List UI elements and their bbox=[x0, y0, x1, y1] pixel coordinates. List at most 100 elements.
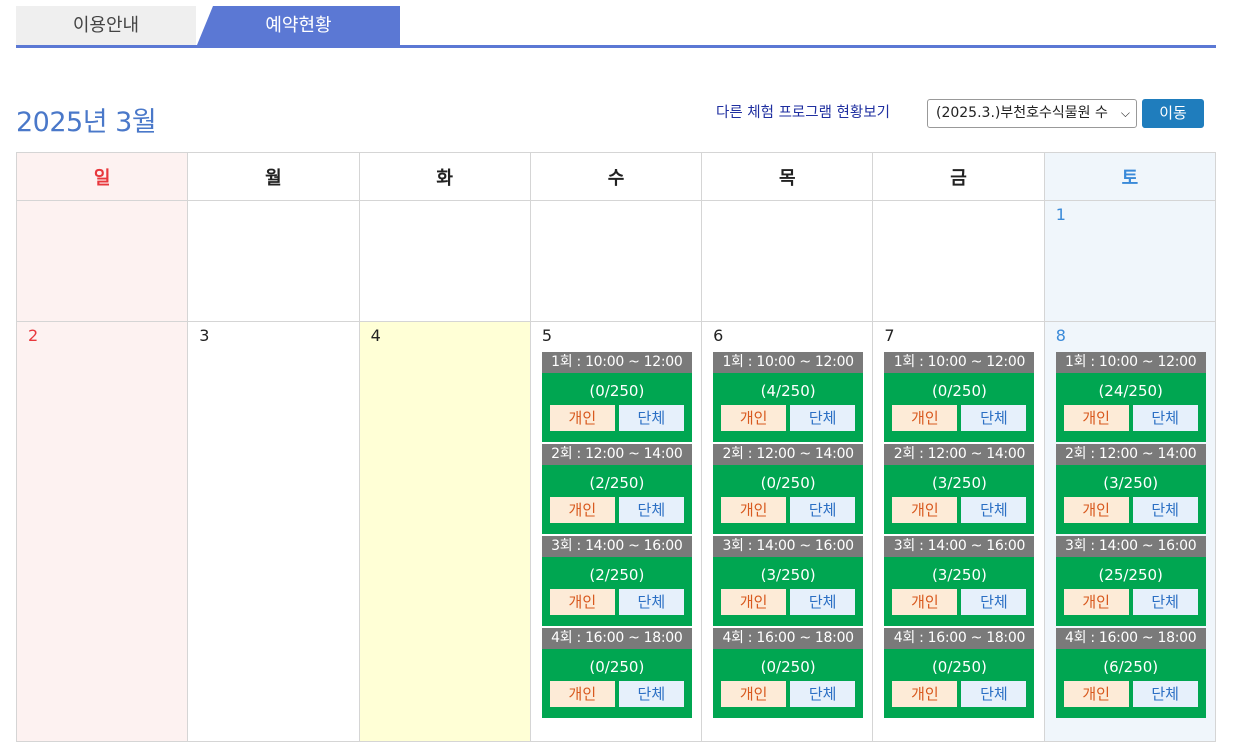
day-cell-5: 5 1회 : 10:00 ~ 12:00 (0/250) 개인 단체 2회 : 12:0… bbox=[529, 321, 703, 742]
group-reserve-button[interactable]: 단체 bbox=[1132, 497, 1198, 523]
day-number: 3 bbox=[199, 326, 210, 345]
weekday-mon: 월 bbox=[187, 152, 360, 201]
session-buttons: 개인 단체 bbox=[884, 497, 1034, 523]
session-buttons: 개인 단체 bbox=[713, 589, 863, 615]
individual-reserve-button[interactable]: 개인 bbox=[721, 497, 787, 523]
individual-reserve-button[interactable]: 개인 bbox=[549, 589, 615, 615]
tab-reservation-status[interactable]: 예약현황 bbox=[197, 6, 400, 45]
session-body: (0/250) 개인 단체 bbox=[884, 373, 1035, 442]
individual-reserve-button[interactable]: 개인 bbox=[549, 405, 615, 431]
session-block: 2회 : 12:00 ~ 14:00 (3/250) 개인 단체 bbox=[884, 444, 1035, 534]
day-cell-empty bbox=[529, 200, 703, 322]
individual-reserve-button[interactable]: 개인 bbox=[892, 497, 958, 523]
session-body: (24/250) 개인 단체 bbox=[1055, 373, 1206, 442]
session-block: 4회 : 16:00 ~ 18:00 (0/250) 개인 단체 bbox=[884, 628, 1035, 718]
individual-reserve-button[interactable]: 개인 bbox=[1063, 405, 1129, 431]
session-block: 2회 : 12:00 ~ 14:00 (0/250) 개인 단체 bbox=[713, 444, 864, 534]
session-count: (0/250) bbox=[931, 658, 987, 676]
weekday-sun: 일 bbox=[15, 152, 189, 201]
day-cell-empty bbox=[872, 200, 1045, 322]
session-block: 1회 : 10:00 ~ 12:00 (24/250) 개인 단체 bbox=[1055, 352, 1206, 442]
session-count: (3/250) bbox=[1103, 474, 1159, 492]
session-buttons: 개인 단체 bbox=[542, 497, 692, 523]
go-button[interactable]: 이동 bbox=[1142, 99, 1204, 128]
session-block: 3회 : 14:00 ~ 16:00 (3/250) 개인 단체 bbox=[884, 536, 1035, 626]
session-time: 2회 : 12:00 ~ 14:00 bbox=[1055, 444, 1206, 465]
day-cell-4-today: 4 bbox=[358, 321, 531, 742]
session-buttons: 개인 단체 bbox=[542, 589, 692, 615]
group-reserve-button[interactable]: 단체 bbox=[1132, 681, 1198, 707]
day-cell-empty bbox=[187, 200, 360, 322]
day-number: 6 bbox=[713, 326, 724, 345]
individual-reserve-button[interactable]: 개인 bbox=[721, 681, 787, 707]
session-buttons: 개인 단체 bbox=[1056, 681, 1206, 707]
day-number: 1 bbox=[1055, 205, 1066, 224]
session-body: (4/250) 개인 단체 bbox=[713, 373, 864, 442]
individual-reserve-button[interactable]: 개인 bbox=[1063, 497, 1129, 523]
session-count: (3/250) bbox=[931, 474, 987, 492]
session-buttons: 개인 단체 bbox=[1056, 589, 1206, 615]
individual-reserve-button[interactable]: 개인 bbox=[721, 589, 787, 615]
day-cell-empty bbox=[15, 200, 189, 322]
day-cell-2: 2 bbox=[15, 321, 189, 742]
session-block: 2회 : 12:00 ~ 14:00 (3/250) 개인 단체 bbox=[1055, 444, 1206, 534]
session-buttons: 개인 단체 bbox=[542, 681, 692, 707]
session-buttons: 개인 단체 bbox=[884, 405, 1034, 431]
group-reserve-button[interactable]: 단체 bbox=[790, 681, 856, 707]
group-reserve-button[interactable]: 단체 bbox=[618, 497, 684, 523]
group-reserve-button[interactable]: 단체 bbox=[790, 497, 856, 523]
group-reserve-button[interactable]: 단체 bbox=[961, 589, 1027, 615]
session-time: 2회 : 12:00 ~ 14:00 bbox=[884, 444, 1035, 465]
individual-reserve-button[interactable]: 개인 bbox=[549, 681, 615, 707]
group-reserve-button[interactable]: 단체 bbox=[1132, 405, 1198, 431]
session-count: (0/250) bbox=[589, 658, 645, 676]
session-block: 2회 : 12:00 ~ 14:00 (2/250) 개인 단체 bbox=[541, 444, 692, 534]
weekday-wed: 수 bbox=[529, 152, 703, 201]
group-reserve-button[interactable]: 단체 bbox=[961, 405, 1027, 431]
session-body: (25/250) 개인 단체 bbox=[1055, 557, 1206, 626]
individual-reserve-button[interactable]: 개인 bbox=[892, 405, 958, 431]
individual-reserve-button[interactable]: 개인 bbox=[549, 497, 615, 523]
session-body: (2/250) 개인 단체 bbox=[541, 557, 692, 626]
group-reserve-button[interactable]: 단체 bbox=[790, 589, 856, 615]
group-reserve-button[interactable]: 단체 bbox=[618, 589, 684, 615]
individual-reserve-button[interactable]: 개인 bbox=[721, 405, 787, 431]
group-reserve-button[interactable]: 단체 bbox=[618, 405, 684, 431]
session-time: 3회 : 14:00 ~ 16:00 bbox=[713, 536, 864, 557]
group-reserve-button[interactable]: 단체 bbox=[961, 681, 1027, 707]
other-program-label: 다른 체험 프로그램 현황보기 bbox=[716, 105, 890, 121]
program-select[interactable]: (2025.3.)부천호수식물원 수 ⌵ bbox=[927, 99, 1137, 128]
session-count: (0/250) bbox=[760, 474, 816, 492]
session-count: (0/250) bbox=[760, 658, 816, 676]
group-reserve-button[interactable]: 단체 bbox=[961, 497, 1027, 523]
session-body: (6/250) 개인 단체 bbox=[1055, 649, 1206, 718]
group-reserve-button[interactable]: 단체 bbox=[790, 405, 856, 431]
day-cell-8: 8 1회 : 10:00 ~ 12:00 (24/250) 개인 단체 2회 : 12:… bbox=[1043, 321, 1217, 742]
individual-reserve-button[interactable]: 개인 bbox=[1063, 589, 1129, 615]
program-select-value: (2025.3.)부천호수식물원 수 bbox=[936, 105, 1108, 121]
individual-reserve-button[interactable]: 개인 bbox=[1063, 681, 1129, 707]
tab-bar: 이용안내 예약현황 bbox=[16, 6, 1216, 48]
session-count: (2/250) bbox=[589, 474, 645, 492]
session-time: 3회 : 14:00 ~ 16:00 bbox=[1055, 536, 1206, 557]
session-block: 3회 : 14:00 ~ 16:00 (25/250) 개인 단체 bbox=[1055, 536, 1206, 626]
group-reserve-button[interactable]: 단체 bbox=[1132, 589, 1198, 615]
session-count: (4/250) bbox=[760, 382, 816, 400]
session-block: 4회 : 16:00 ~ 18:00 (0/250) 개인 단체 bbox=[541, 628, 692, 718]
tab-usage-guide[interactable]: 이용안내 bbox=[16, 6, 196, 45]
day-cell-1: 1 bbox=[1043, 200, 1217, 322]
individual-reserve-button[interactable]: 개인 bbox=[892, 681, 958, 707]
day-number: 4 bbox=[370, 326, 381, 345]
day-number: 8 bbox=[1055, 326, 1066, 345]
session-buttons: 개인 단체 bbox=[884, 681, 1034, 707]
session-block: 4회 : 16:00 ~ 18:00 (0/250) 개인 단체 bbox=[713, 628, 864, 718]
session-buttons: 개인 단체 bbox=[542, 405, 692, 431]
session-buttons: 개인 단체 bbox=[1056, 497, 1206, 523]
session-block: 3회 : 14:00 ~ 16:00 (3/250) 개인 단체 bbox=[713, 536, 864, 626]
group-reserve-button[interactable]: 단체 bbox=[618, 681, 684, 707]
session-body: (3/250) 개인 단체 bbox=[1055, 465, 1206, 534]
individual-reserve-button[interactable]: 개인 bbox=[892, 589, 958, 615]
session-time: 2회 : 12:00 ~ 14:00 bbox=[713, 444, 864, 465]
session-block: 4회 : 16:00 ~ 18:00 (6/250) 개인 단체 bbox=[1055, 628, 1206, 718]
session-count: (3/250) bbox=[760, 566, 816, 584]
